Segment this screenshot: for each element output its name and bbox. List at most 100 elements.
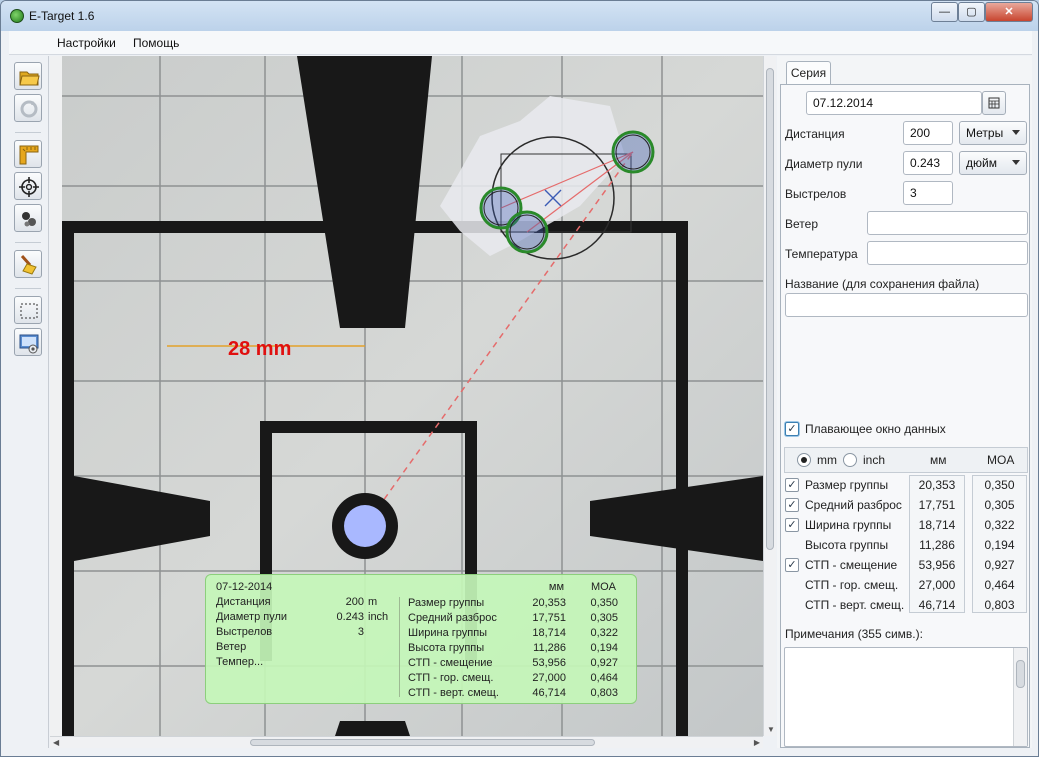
units-inch-radio[interactable] [843,453,857,467]
bullet-holes-icon [22,212,36,227]
stat-label: СТП - смещение [805,558,898,572]
stat-mm: 17,751 [918,498,956,512]
app-window: E-Target 1.6 — ▢ ✕ Настройки Помощь 28 m… [0,0,1039,757]
overlay-stat-mm: 11,286 [533,642,566,654]
stat-mm: 46,714 [918,598,956,612]
date-field[interactable]: 07.12.2014 [806,91,982,115]
window-title: E-Target 1.6 [29,9,95,23]
overlay-stat-mm: 18,714 [532,627,566,639]
title-bar[interactable]: E-Target 1.6 — ▢ ✕ [1,1,1038,31]
overlay-stat-label: СТП - смещение [408,657,493,669]
stat-label: Ширина группы [805,518,892,532]
overlay-value: 3 [357,626,364,638]
overlay-stat-label: Размер группы [408,597,485,609]
stat-checkbox-poi-offset[interactable]: ✓ [785,558,799,572]
maximize-button[interactable]: ▢ [958,2,985,22]
stat-label: Высота группы [805,538,889,552]
scroll-thumb[interactable] [250,739,595,746]
overlay-label: Дистанция [216,596,271,608]
units-inch-label: inch [863,453,886,467]
canvas-vertical-scrollbar[interactable]: ▼ [763,56,776,736]
calendar-button[interactable] [982,91,1006,115]
stat-moa: 0,305 [984,498,1015,512]
overlay-date: 07-12-2014 [216,581,273,593]
overlay-stat-moa: 0,305 [590,612,618,624]
stat-moa: 0,927 [984,558,1015,572]
stat-checkbox-group-width[interactable]: ✓ [785,518,799,532]
selection-icon [20,303,38,319]
scroll-thumb[interactable] [1016,660,1025,688]
overlay-stat-moa: 0,322 [590,627,618,639]
notes-scrollbar[interactable] [1013,648,1027,746]
close-button[interactable]: ✕ [985,2,1033,22]
screenshot-button[interactable] [14,328,42,356]
bullet-hole[interactable] [611,130,655,174]
app-logo-icon [10,9,24,23]
stat-checkbox-mean-spread[interactable]: ✓ [785,498,799,512]
floating-window-label: Плавающее окно данных [805,422,946,436]
overlay-stat-label: Высота группы [408,642,485,654]
wind-input[interactable] [867,211,1028,235]
overlay-unit: m [368,596,378,608]
ruler-icon [19,145,39,165]
overlay-stat-label: СТП - гор. смещ. [408,672,494,684]
stat-label: СТП - гор. смещ. [805,578,899,592]
ruler-button[interactable] [14,140,42,168]
series-tab-body: 07.12.2014 Дистанция 200 Метры Диаметр п… [780,84,1030,748]
menu-settings[interactable]: Настройки [57,36,116,50]
floating-data-window[interactable]: 07-12-2014 Дистанция 200 m Диаметр пули … [205,574,637,704]
name-label: Название (для сохранения файла) [785,277,980,291]
stat-moa: 0,803 [984,598,1015,612]
crosshair-button[interactable] [14,172,42,200]
stat-mm: 18,714 [918,518,956,532]
overlay-stat-mm: 53,956 [532,657,566,669]
scroll-left-icon[interactable]: ◀ [53,738,59,747]
refresh-button[interactable] [14,94,42,122]
overlay-stat-mm: 17,751 [532,612,566,624]
floating-window-checkbox[interactable]: ✓ [785,422,799,436]
scroll-down-icon[interactable]: ▼ [767,725,775,734]
stat-checkbox-group-size[interactable]: ✓ [785,478,799,492]
scroll-right-icon[interactable]: ▶ [754,738,760,747]
chevron-down-icon [1012,160,1020,165]
shots-input[interactable]: 3 [903,181,953,205]
bullet-holes-button[interactable] [14,204,42,232]
overlay-col-mm: мм [548,581,564,593]
canvas-horizontal-scrollbar[interactable]: ◀ ▶ [50,736,763,748]
distance-unit-select[interactable]: Метры [959,121,1027,145]
scroll-thumb[interactable] [766,68,774,550]
crosshair-icon [19,177,39,197]
overlay-stat-moa: 0,927 [590,657,618,669]
notes-label: Примечания (355 симв.): [785,627,923,641]
stat-mm: 11,286 [919,538,955,552]
temperature-input[interactable] [867,241,1028,265]
name-input[interactable] [785,293,1028,317]
tab-series[interactable]: Серия [786,61,831,85]
stat-label: Размер группы [805,478,889,492]
stats-header: mm inch мм MOA [784,447,1028,473]
bullet-unit-select[interactable]: дюйм [959,151,1027,175]
stat-moa: 0,322 [984,518,1015,532]
minimize-button[interactable]: — [931,2,958,22]
bullet-diameter-input[interactable]: 0.243 [903,151,953,175]
left-toolbar [9,56,49,748]
menu-help[interactable]: Помощь [133,36,179,50]
open-folder-button[interactable] [14,62,42,90]
overlay-stat-label: Ширина группы [408,627,488,639]
overlay-label: Выстрелов [216,626,273,638]
units-mm-radio[interactable] [797,453,811,467]
bullet-hole[interactable] [505,210,549,254]
bullet-diameter-label: Диаметр пули [785,157,863,171]
stat-moa: 0,194 [984,538,1015,552]
overlay-col-moa: MOA [590,581,616,593]
overlay-stat-mm: 20,353 [532,597,566,609]
notes-textarea[interactable] [784,647,1028,747]
units-mm-label: mm [817,453,837,467]
distance-input[interactable]: 200 [903,121,953,145]
aim-point[interactable] [344,505,386,547]
selection-button[interactable] [14,296,42,324]
overlay-label: Ветер [216,641,247,653]
clear-button[interactable] [14,250,42,278]
overlay-label: Диаметр пули [216,611,288,623]
overlay-stat-moa: 0,194 [590,642,618,654]
